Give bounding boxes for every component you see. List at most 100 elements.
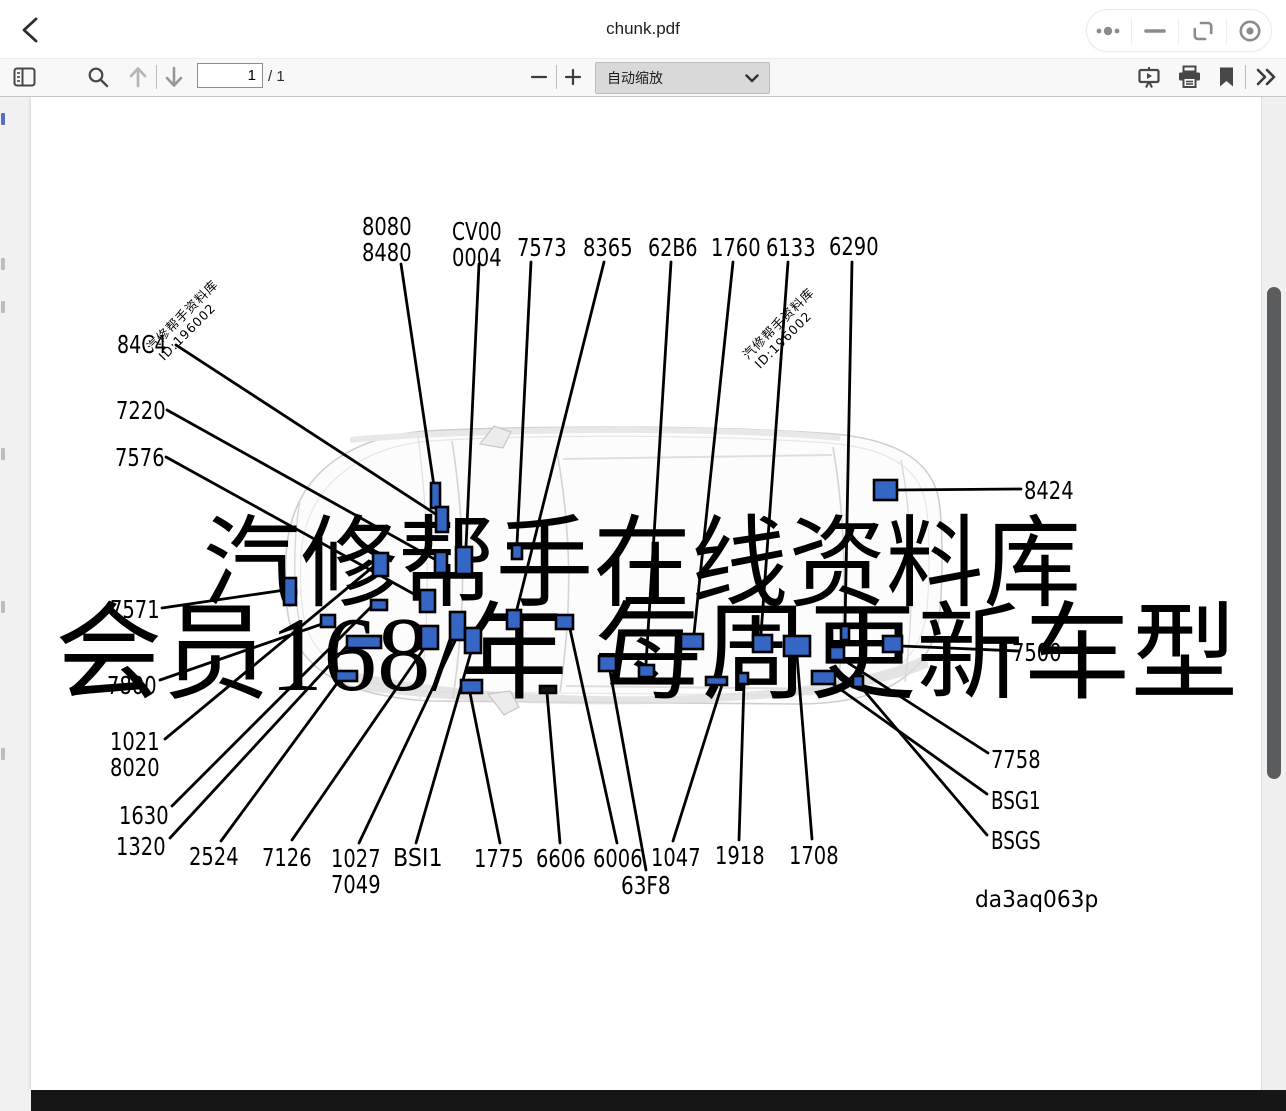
- arrow-down-icon: [163, 65, 185, 89]
- label-63f8: 63F8: [621, 871, 671, 900]
- label-6006: 6006: [593, 844, 643, 873]
- label-2524: 2524: [189, 842, 239, 871]
- minimize-icon: [1144, 27, 1166, 35]
- label-62b6: 62B6: [648, 233, 698, 262]
- label-6290: 6290: [829, 232, 879, 261]
- zoom-in-button[interactable]: [560, 58, 586, 96]
- label-8365: 8365: [583, 233, 633, 262]
- connector-box-cv00-0004: [456, 547, 472, 574]
- connector-box-2524: [336, 671, 357, 681]
- label-1027-7049: 1027: [331, 844, 381, 873]
- pdf-viewer-window: { "window": { "title": "chunk.pdf", "con…: [0, 0, 1286, 1111]
- bookmark-icon: [1218, 66, 1235, 88]
- label-7500: 7500: [1012, 638, 1062, 667]
- label-7220: 7220: [116, 396, 166, 425]
- label-1760: 1760: [711, 233, 761, 262]
- callout-line: [896, 489, 1021, 490]
- label-8080-8480: 8080: [362, 212, 412, 241]
- connector-box-1021-8020: [373, 553, 388, 576]
- toolbar-divider: [556, 65, 557, 89]
- connector-box-1918: [738, 673, 748, 684]
- next-page-button[interactable]: [160, 58, 188, 96]
- label-8424: 8424: [1024, 476, 1074, 505]
- label-1021-8020: 1021: [110, 727, 160, 756]
- connector-box-7573: [512, 545, 522, 559]
- label-cv00-0004: 0004: [452, 243, 502, 272]
- label-1630: 1630: [119, 801, 169, 830]
- printer-icon: [1177, 65, 1202, 89]
- label-7800: 7800: [107, 671, 157, 700]
- label-7576: 7576: [115, 443, 165, 472]
- connector-box-7758: [830, 647, 844, 660]
- scrollbar-thumb[interactable]: [1267, 287, 1281, 779]
- label-1320: 1320: [116, 832, 166, 861]
- minimize-button[interactable]: [1136, 12, 1174, 50]
- print-button[interactable]: [1174, 58, 1204, 96]
- control-divider: [1226, 18, 1227, 44]
- connector-box-1047: [706, 677, 727, 685]
- label-1775: 1775: [474, 844, 524, 873]
- edge-artifact: [1, 601, 5, 613]
- connector-box-bsg1: [812, 671, 835, 684]
- double-chevron-right-icon: [1255, 68, 1277, 86]
- label-bsg1: BSG1: [991, 786, 1041, 815]
- presentation-icon: [1137, 66, 1161, 89]
- connector-box-6290: [841, 626, 849, 640]
- pdf-toolbar: / 1 自动缩放: [0, 58, 1286, 97]
- label-bsgs: BSGS: [991, 826, 1041, 855]
- save-bookmark-button[interactable]: [1212, 58, 1240, 96]
- connector-box-7576: [420, 590, 435, 612]
- connector-box-84c4: [436, 507, 448, 532]
- control-divider: [1131, 18, 1132, 44]
- edge-artifact: [1, 448, 5, 460]
- plus-icon: [564, 68, 582, 86]
- target-circle-icon: [1237, 18, 1263, 44]
- more-options-button[interactable]: [1089, 12, 1127, 50]
- presentation-mode-button[interactable]: [1135, 58, 1163, 96]
- label-cv00-0004: CV00: [452, 217, 502, 246]
- find-button[interactable]: [84, 58, 112, 96]
- toggle-sidebar-button[interactable]: [10, 58, 38, 96]
- more-tools-button[interactable]: [1251, 58, 1281, 96]
- zoom-level-value: 自动缩放: [596, 68, 745, 88]
- label-1021-8020: 8020: [110, 753, 160, 782]
- connector-box-63f8: [599, 656, 616, 671]
- previous-page-button[interactable]: [124, 58, 152, 96]
- connector-box-1760: [681, 634, 703, 649]
- connector-box-1630: [371, 600, 387, 610]
- arrow-up-icon: [127, 65, 149, 89]
- label-84c4: 84C4: [117, 330, 167, 359]
- connector-box-8365: [507, 610, 521, 629]
- connector-box-7500: [883, 636, 902, 652]
- connector-box-7800: [321, 615, 335, 627]
- label-7758: 7758: [991, 745, 1041, 774]
- close-circle-button[interactable]: [1231, 12, 1269, 50]
- connector-box-6133: [753, 635, 772, 652]
- edge-artifact: [1, 301, 5, 313]
- connector-box-1027-7049: [450, 612, 465, 640]
- connector-box-7220: [435, 552, 447, 573]
- connector-box-1775: [461, 680, 482, 693]
- callout-line: [547, 693, 560, 843]
- chevron-down-icon: [745, 74, 759, 83]
- page-number-input[interactable]: [197, 63, 263, 88]
- label-1027-7049: 7049: [331, 870, 381, 899]
- wiring-location-diagram: 汽修帮手在线资料库 会员168/年 每周更新车型 汽修帮手资料库 ID:1960…: [31, 97, 1262, 1090]
- zoom-level-select[interactable]: 自动缩放: [595, 62, 770, 94]
- zoom-out-button[interactable]: [526, 58, 552, 96]
- sidebar-toggle-icon: [13, 67, 36, 87]
- edge-artifact: [1, 748, 5, 760]
- vertical-scrollbar[interactable]: [1261, 97, 1286, 1090]
- page-count-label: / 1: [268, 58, 285, 96]
- connector-box-7571: [284, 578, 296, 605]
- label-7571: 7571: [110, 595, 160, 624]
- connector-box-62b6: [639, 665, 654, 677]
- label-bsi1: BSI1: [393, 843, 443, 872]
- float-restore-icon: [1191, 19, 1215, 43]
- label-figure-code: da3aq063p: [975, 887, 1098, 913]
- connector-box-1708: [784, 636, 810, 656]
- connector-box-6606: [540, 686, 556, 693]
- window-controls: [1086, 9, 1272, 52]
- float-window-button[interactable]: [1184, 12, 1222, 50]
- label-7573: 7573: [517, 233, 567, 262]
